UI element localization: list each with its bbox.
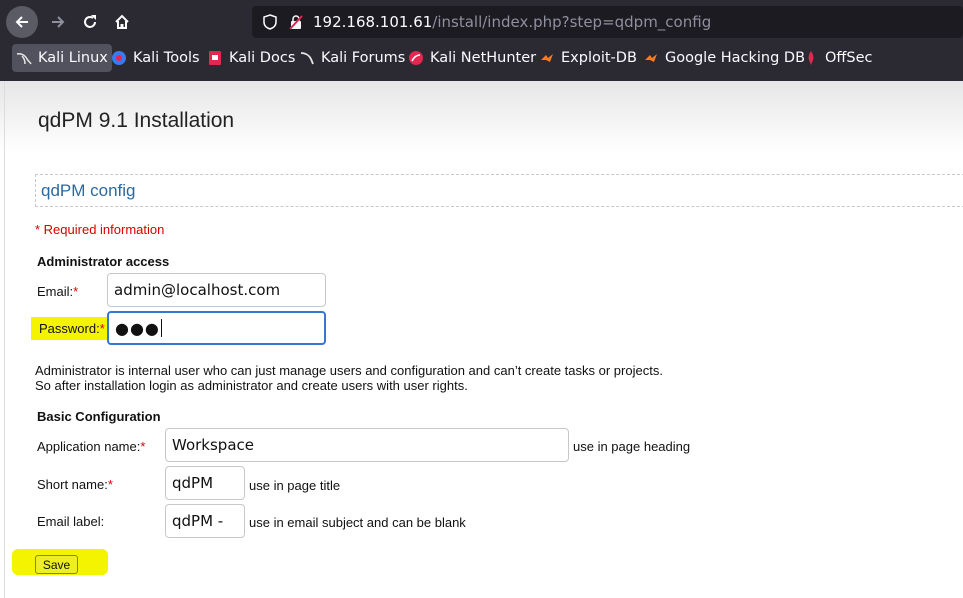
bookmark-label: Exploit-DB [561, 50, 637, 66]
reload-icon [84, 15, 96, 28]
section-title: qdPM config [41, 181, 136, 200]
bookmark-kali-docs[interactable]: Kali Docs [203, 44, 299, 72]
email-field[interactable]: admin@localhost.com [107, 273, 326, 307]
required-star: * [140, 439, 146, 454]
short-name-label: Short name:* [37, 477, 113, 492]
email-label-hint: use in email subject and can be blank [249, 515, 466, 530]
kali-tools-icon [112, 51, 126, 65]
email-label-field[interactable]: qdPM - [165, 504, 245, 538]
email-label-value: qdPM - [172, 512, 224, 530]
app-name-label: Application name:* [37, 439, 145, 454]
url-text: 192.168.101.61/install/index.php?step=qd… [313, 13, 711, 31]
home-button[interactable] [106, 6, 138, 38]
email-label-text: Email: [37, 284, 74, 299]
offsec-icon [808, 51, 814, 65]
app-name-hint: use in page heading [573, 439, 691, 454]
nethunter-icon [409, 51, 423, 65]
back-button[interactable] [6, 6, 38, 38]
arrow-right-icon [52, 16, 65, 28]
home-icon [115, 14, 129, 29]
bookmark-kali-tools[interactable]: Kali Tools [107, 44, 204, 72]
required-info: * Required information [35, 222, 165, 237]
page-title: qdPM 9.1 Installation [38, 109, 235, 132]
forward-button[interactable] [42, 6, 74, 38]
kali-docs-icon [209, 51, 221, 65]
kali-dragon-icon [16, 53, 32, 65]
bookmark-kali-forums[interactable]: Kali Forums [295, 44, 409, 72]
bookmarks-toolbar: Kali Linux Kali Tools Kali Docs Kali For… [0, 42, 963, 74]
shield-icon[interactable] [262, 14, 278, 30]
save-button[interactable]: Save [35, 555, 78, 574]
app-name-field[interactable]: Workspace [165, 428, 569, 462]
app-name-value: Workspace [172, 436, 254, 454]
reload-button[interactable] [74, 6, 106, 38]
app-name-label-text: Application name: [37, 439, 141, 454]
bookmark-offsec[interactable]: OffSec [799, 44, 877, 72]
required-star: * [107, 477, 113, 492]
ghdb-icon [645, 54, 657, 62]
url-path: /install/index.php?step=qdpm_config [432, 13, 712, 31]
insecure-lock-icon[interactable] [288, 14, 304, 30]
bookmark-exploit-db[interactable]: Exploit-DB [535, 44, 641, 72]
kali-forums-icon [300, 52, 314, 65]
admin-note-line1: Administrator is internal user who can j… [35, 363, 663, 378]
email-label: Email:* [37, 284, 78, 299]
page-content: qdPM 9.1 Installation qdPM config * Requ… [0, 81, 963, 598]
required-star: * [73, 284, 79, 299]
password-value: ●●● [115, 318, 160, 338]
bookmark-label: Kali Docs [229, 50, 296, 66]
short-name-value: qdPM [172, 474, 214, 492]
short-name-hint: use in page title [249, 478, 341, 493]
bookmark-label: Kali NetHunter [430, 50, 537, 66]
email-label-label: Email label: [37, 514, 104, 529]
admin-note-line2: So after installation login as administr… [35, 378, 468, 393]
bookmark-label: Kali Linux [38, 50, 108, 66]
admin-access-heading: Administrator access [37, 254, 170, 269]
bookmark-label: Kali Forums [321, 50, 406, 66]
password-label-highlight: Password:* [37, 317, 107, 340]
exploit-db-icon [541, 54, 553, 62]
short-name-field[interactable]: qdPM [165, 466, 245, 500]
basic-config-heading: Basic Configuration [37, 409, 161, 424]
email-value: admin@localhost.com [114, 281, 281, 299]
bookmark-google-hacking-db[interactable]: Google Hacking DB [639, 44, 809, 72]
address-bar[interactable]: 192.168.101.61/install/index.php?step=qd… [252, 6, 963, 38]
text-caret [160, 319, 162, 337]
bookmark-label: Google Hacking DB [665, 50, 806, 66]
email-label-label-text: Email label: [37, 514, 105, 529]
password-label: Password:* [37, 317, 107, 340]
bookmark-kali-linux[interactable]: Kali Linux [12, 44, 112, 72]
section-header: qdPM config [35, 174, 963, 207]
bookmark-label: OffSec [825, 50, 873, 66]
browser-chrome: 192.168.101.61/install/index.php?step=qd… [0, 0, 963, 81]
password-field[interactable]: ●●● [107, 311, 326, 345]
required-star: * [99, 321, 105, 336]
bookmark-kali-nethunter[interactable]: Kali NetHunter [404, 44, 540, 72]
arrow-left-icon [15, 16, 28, 28]
short-name-label-text: Short name: [37, 477, 108, 492]
page-border [4, 81, 5, 598]
bookmark-label: Kali Tools [133, 50, 200, 66]
url-host: 192.168.101.61 [313, 13, 433, 31]
password-label-text: Password: [39, 321, 100, 336]
